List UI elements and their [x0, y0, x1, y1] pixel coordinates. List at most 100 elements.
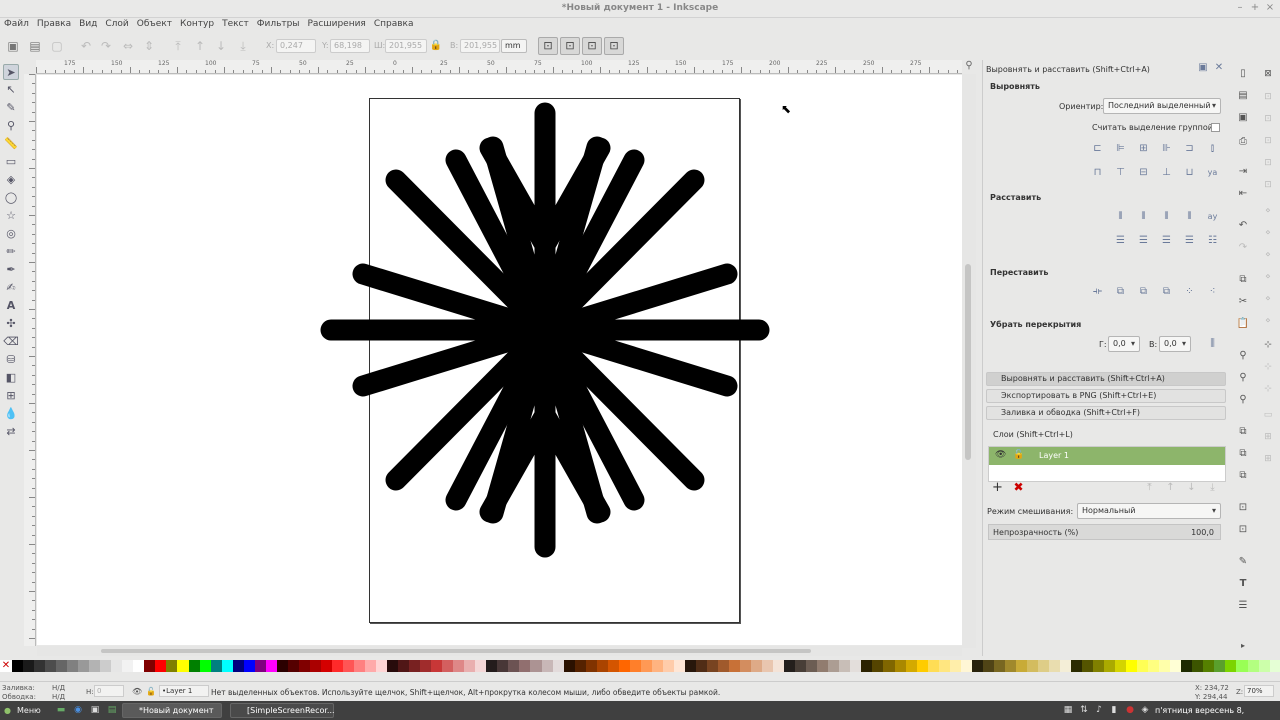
exchange-positions-icon[interactable]: ⟛ [1089, 283, 1106, 300]
color-swatch[interactable] [243, 660, 255, 672]
flip-horizontal-icon[interactable]: ⇔ [120, 38, 136, 54]
tab-fill-stroke[interactable]: Заливка и обводка (Shift+Ctrl+F) [986, 406, 1226, 420]
color-swatch[interactable] [1214, 660, 1226, 672]
color-swatch[interactable] [927, 660, 939, 672]
taskbar-window-recorder[interactable]: [SimpleScreenRecor... [230, 703, 335, 718]
layer-to-bottom-icon[interactable]: ⤓ [1204, 479, 1221, 496]
connector-tool-icon[interactable]: ⇄ [3, 424, 19, 440]
distribute-bottom-icon[interactable]: ☰ [1181, 232, 1198, 249]
color-swatch[interactable] [1203, 660, 1215, 672]
lock-ratio-icon[interactable]: 🔒 [428, 38, 444, 54]
zoom-tool-icon[interactable]: ⚲ [3, 118, 19, 134]
scale-corners-icon[interactable]: ⊡ [560, 37, 580, 55]
color-swatch[interactable] [398, 660, 410, 672]
color-swatch[interactable] [949, 660, 961, 672]
more-commands-icon[interactable]: ▸ [1235, 638, 1251, 654]
color-swatch[interactable] [795, 660, 807, 672]
v-gap-field[interactable]: 0,0 [1159, 336, 1191, 352]
distribute-gap-h-icon[interactable]: ⫴ [1158, 208, 1175, 225]
align-left-to-right-icon[interactable]: ⊐ [1181, 140, 1198, 157]
color-swatch[interactable] [1059, 660, 1071, 672]
lower-icon[interactable]: ↓ [213, 38, 229, 54]
remove-layer-icon[interactable]: ✖ [1010, 479, 1027, 496]
lower-to-bottom-icon[interactable]: ⤓ [235, 38, 251, 54]
snap-paths-icon[interactable]: ⋄ [1259, 224, 1277, 242]
color-swatch[interactable] [894, 660, 906, 672]
unclump-icon[interactable]: ⁖ [1204, 283, 1221, 300]
color-swatch[interactable] [188, 660, 200, 672]
color-swatch[interactable] [320, 660, 332, 672]
selector-tool-icon[interactable]: ➤ [3, 64, 19, 80]
color-swatch[interactable] [706, 660, 718, 672]
menu-object[interactable]: Объект [133, 18, 176, 29]
select-all-icon[interactable]: ▣ [5, 38, 21, 54]
color-swatch[interactable] [365, 660, 377, 672]
color-swatch[interactable] [684, 660, 696, 672]
layer-down-icon[interactable]: ↓ [1183, 479, 1200, 496]
color-swatch[interactable] [519, 660, 531, 672]
color-swatch[interactable] [265, 660, 277, 672]
color-swatch[interactable] [574, 660, 586, 672]
align-left-edges-icon[interactable]: ⊫ [1112, 140, 1129, 157]
spiral-tool-icon[interactable]: ◎ [3, 226, 19, 242]
color-swatch[interactable] [729, 660, 741, 672]
layers-list[interactable]: 👁 🔓 Layer 1 [988, 446, 1226, 482]
snap-text-baseline-icon[interactable]: ⊹ [1259, 380, 1277, 398]
color-swatch[interactable] [806, 660, 818, 672]
horizontal-scroll-thumb[interactable] [101, 649, 811, 653]
eraser-tool-icon[interactable]: ⌫ [3, 334, 19, 350]
snap-bbox-edge-icon[interactable]: ⊡ [1259, 110, 1277, 128]
blend-mode-select[interactable]: Нормальный [1077, 503, 1221, 519]
node-tool-icon[interactable]: ↖ [3, 82, 19, 98]
raise-to-top-icon[interactable]: ⤒ [170, 38, 186, 54]
layers-icon[interactable]: ☰ [1235, 598, 1251, 614]
snap-rotation-center-icon[interactable]: ⊹ [1259, 358, 1277, 376]
color-swatch[interactable] [232, 660, 244, 672]
align-right-edges-icon[interactable]: ⊪ [1158, 140, 1175, 157]
color-swatch[interactable] [607, 660, 619, 672]
color-swatch[interactable] [166, 660, 178, 672]
group-icon[interactable]: ⊡ [1235, 500, 1251, 516]
menu-view[interactable]: Вид [75, 18, 101, 29]
snap-toggle-icon[interactable]: ⊠ [1259, 65, 1277, 83]
paint-bucket-tool-icon[interactable]: ⛁ [3, 352, 19, 368]
distribute-gap-v-icon[interactable]: ☰ [1158, 232, 1175, 249]
snap-smooth-nodes-icon[interactable]: ⋄ [1259, 290, 1277, 308]
vertical-scroll-thumb[interactable] [965, 264, 971, 460]
align-bottom-edges-icon[interactable]: ⊥ [1158, 164, 1175, 181]
unit-select[interactable]: mm [501, 39, 527, 53]
current-layer-select[interactable]: •Layer 1 [159, 685, 209, 697]
color-swatch[interactable] [541, 660, 553, 672]
layer-up-icon[interactable]: ↑ [1162, 479, 1179, 496]
layer-row[interactable]: 👁 🔓 Layer 1 [989, 447, 1225, 465]
distribute-center-v-icon[interactable]: ☰ [1135, 232, 1152, 249]
menu-text[interactable]: Текст [218, 18, 253, 29]
keyboard-layout-icon[interactable]: ▦ [1062, 704, 1074, 716]
color-swatch[interactable] [673, 660, 685, 672]
horizontal-scrollbar[interactable] [37, 646, 962, 656]
color-swatch[interactable] [331, 660, 343, 672]
distribute-right-icon[interactable]: ⫴ [1181, 208, 1198, 225]
exchange-clockwise-icon[interactable]: ⧉ [1158, 283, 1175, 300]
color-swatch[interactable] [442, 660, 454, 672]
dropper-tool-icon[interactable]: 💧 [3, 406, 19, 422]
text-tool-icon[interactable]: A [3, 298, 19, 314]
color-swatch[interactable] [1115, 660, 1127, 672]
layer-lock-icon[interactable]: 🔓 [1013, 450, 1024, 460]
unlink-clone-icon[interactable]: ⧉ [1235, 468, 1251, 484]
snap-bbox-center-icon[interactable]: ⊡ [1259, 176, 1277, 194]
zoom-corner-icon[interactable]: ⚲ [962, 60, 976, 74]
center-horizontal-axis-icon[interactable]: ⊟ [1135, 164, 1152, 181]
add-layer-icon[interactable]: + [989, 479, 1006, 496]
gradient-tool-icon[interactable]: ◧ [3, 370, 19, 386]
exchange-z-order-icon[interactable]: ⧉ [1135, 283, 1152, 300]
color-swatch[interactable] [1148, 660, 1160, 672]
color-swatch[interactable] [1104, 660, 1116, 672]
terminal-launcher-icon[interactable]: ▣ [89, 704, 101, 716]
color-swatch[interactable] [1082, 660, 1094, 672]
color-swatch[interactable] [1192, 660, 1204, 672]
pencil-tool-icon[interactable]: ✏ [3, 244, 19, 260]
color-swatch[interactable] [464, 660, 476, 672]
snap-bbox-corner-icon[interactable]: ⊡ [1259, 132, 1277, 150]
paste-icon[interactable]: 📋 [1235, 316, 1251, 332]
